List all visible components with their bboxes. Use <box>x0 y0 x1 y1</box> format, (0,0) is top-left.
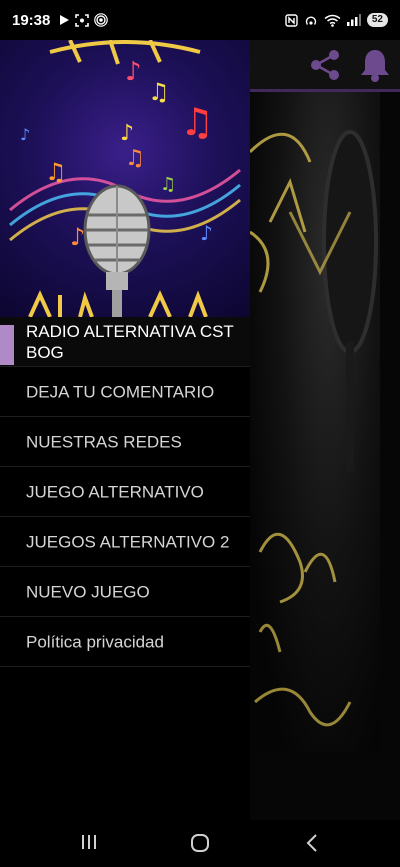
microphone-illustration <box>250 130 378 727</box>
drawer-item-radio-alternativa[interactable]: RADIO ALTERNATIVA CST BOG <box>0 317 250 367</box>
drawer-item-nuestras-redes[interactable]: NUESTRAS REDES <box>0 417 250 467</box>
svg-text:♫: ♫ <box>45 158 67 186</box>
drawer-item-nuevo-juego[interactable]: NUEVO JUEGO <box>0 567 250 617</box>
system-navigation-bar <box>0 820 400 867</box>
drawer-item-label: JUEGOS ALTERNATIVO 2 <box>26 532 230 551</box>
svg-text:♫: ♫ <box>180 100 214 144</box>
svg-text:♫: ♫ <box>125 146 145 171</box>
svg-text:♪: ♪ <box>125 57 142 87</box>
drawer-item-label: NUESTRAS REDES <box>26 432 182 451</box>
svg-text:♫: ♫ <box>160 174 176 195</box>
battery-icon: 52 <box>366 13 388 27</box>
share-icon <box>311 50 339 80</box>
svg-text:♪: ♪ <box>120 121 134 146</box>
home-icon[interactable] <box>190 833 210 853</box>
recents-icon[interactable] <box>80 833 98 851</box>
hotspot-icon <box>305 15 317 25</box>
drawer-item-juegos-alternativo-2[interactable]: JUEGOS ALTERNATIVO 2 <box>0 517 250 567</box>
background-neon-art <box>250 92 380 752</box>
svg-text:♪: ♪ <box>200 221 213 245</box>
notifications-button[interactable] <box>358 46 392 84</box>
drawer-item-label: NUEVO JUEGO <box>26 582 150 601</box>
status-time: 19:38 <box>12 12 51 29</box>
share-button[interactable] <box>306 46 344 84</box>
status-bar: 19:38 52 <box>0 0 400 40</box>
play-icon <box>60 15 69 25</box>
drawer-header-image: ♪ ♫ ♫ ♪ ♫ ♫ ♪ ♪ ♪ ♫ <box>0 40 250 317</box>
radio-logo-artwork: ♪ ♫ ♫ ♪ ♫ ♫ ♪ ♪ ♪ ♫ <box>9 40 241 317</box>
drawer-item-deja-tu-comentario[interactable]: DEJA TU COMENTARIO <box>0 367 250 417</box>
signal-icon <box>346 14 361 26</box>
active-indicator <box>0 325 14 365</box>
svg-text:♫: ♫ <box>148 78 170 106</box>
nfc-icon <box>285 13 298 27</box>
drawer-item-label: RADIO ALTERNATIVA CST BOG <box>26 321 234 362</box>
back-icon[interactable] <box>303 833 321 853</box>
bell-icon <box>361 50 389 82</box>
screenshot-icon <box>75 13 89 27</box>
wifi-icon <box>324 14 341 27</box>
drawer-item-politica-privacidad[interactable]: Política privacidad <box>0 617 250 667</box>
drawer-item-label: Política privacidad <box>26 632 164 651</box>
drawer-item-juego-alternativo[interactable]: JUEGO ALTERNATIVO <box>0 467 250 517</box>
drawer-item-label: DEJA TU COMENTARIO <box>26 382 215 401</box>
svg-text:♪: ♪ <box>70 223 85 251</box>
drawer-item-label: JUEGO ALTERNATIVO <box>26 482 204 501</box>
navigation-drawer: ♪ ♫ ♫ ♪ ♫ ♫ ♪ ♪ ♪ ♫ RADIO ALTERNATIVA CS… <box>0 40 250 820</box>
hotspot-icon <box>94 13 108 27</box>
svg-text:♪: ♪ <box>20 125 30 144</box>
